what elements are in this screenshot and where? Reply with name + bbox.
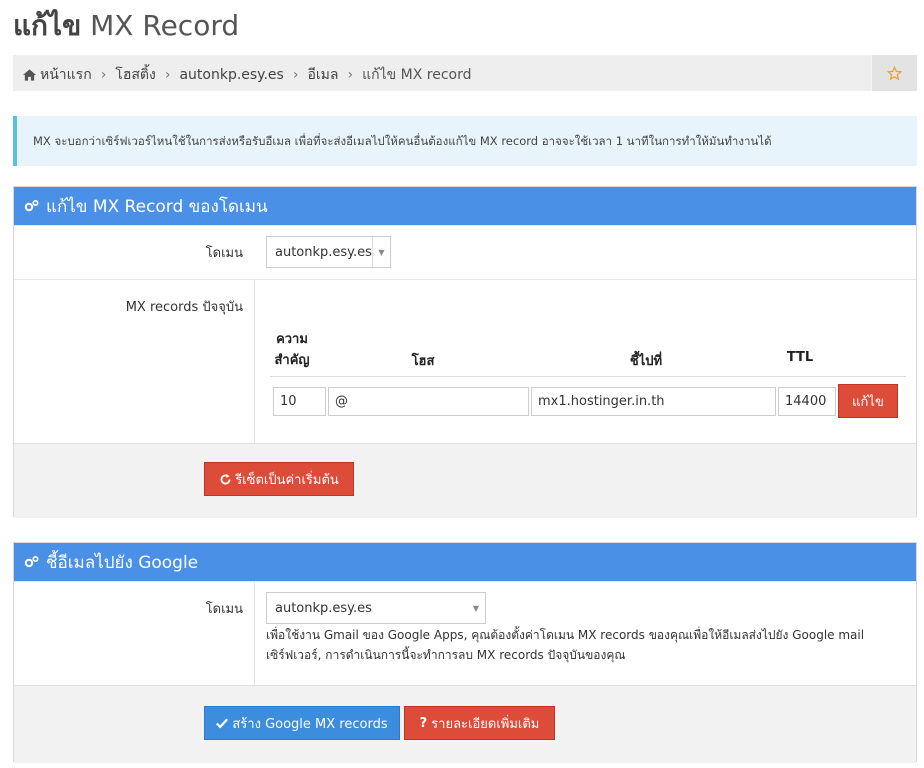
star-icon bbox=[887, 65, 902, 80]
breadcrumb-bar: หน้าแรก › โฮสติ้ง › autonkp.esy.es › อีเ… bbox=[13, 55, 917, 91]
breadcrumb-current: แก้ไข MX record bbox=[362, 67, 472, 83]
ttl-header: TTL bbox=[786, 350, 814, 365]
info-callout: MX จะบอกว่าเซิร์ฟเวอร์ไหนใช้ในการส่งหรือ… bbox=[13, 116, 917, 166]
google-mx-panel: ชี้อีเมลไปยัง Google โดเมน autonkp.esy.e… bbox=[13, 542, 917, 763]
priority-input[interactable] bbox=[273, 387, 326, 416]
host-input[interactable] bbox=[328, 387, 529, 416]
priority-header: ความ สำคัญ bbox=[274, 332, 310, 368]
breadcrumb-email[interactable]: อีเมล bbox=[307, 64, 338, 86]
chevron-right-icon: › bbox=[292, 67, 299, 83]
question-icon: ? bbox=[419, 715, 428, 731]
points-to-header: ชี้ไปที่ bbox=[629, 354, 663, 369]
home-icon bbox=[23, 69, 36, 81]
domain-label: โดเมน bbox=[205, 602, 243, 617]
caret-down-icon: ▼ bbox=[472, 603, 480, 613]
google-domain-select[interactable]: autonkp.esy.es ▼ bbox=[266, 592, 486, 624]
reset-default-button[interactable]: รีเซ็ตเป็นค่าเริ่มต้น bbox=[204, 462, 354, 496]
cogs-icon bbox=[24, 199, 40, 213]
google-help-text: เพื่อใช้งาน Gmail ของ Google Apps, คุณต้… bbox=[266, 628, 865, 662]
create-google-mx-button[interactable]: สร้าง Google MX records bbox=[204, 706, 400, 740]
breadcrumb-hosting[interactable]: โฮสติ้ง bbox=[115, 64, 156, 86]
info-text: MX จะบอกว่าเซิร์ฟเวอร์ไหนใช้ในการส่งหรือ… bbox=[33, 134, 772, 148]
panel-heading: แก้ไข MX Record ของโดเมน bbox=[14, 187, 916, 225]
favorite-button[interactable] bbox=[871, 55, 917, 91]
domain-row: โดเมน autonkp.esy.es ▼ bbox=[14, 225, 916, 279]
refresh-icon bbox=[220, 473, 231, 484]
points-to-input[interactable] bbox=[531, 387, 776, 416]
mx-panel-footer: รีเซ็ตเป็นค่าเริ่มต้น bbox=[14, 443, 916, 518]
page-title: แก้ไข MX Record bbox=[13, 9, 240, 42]
check-icon bbox=[216, 717, 229, 729]
breadcrumb-home[interactable]: หน้าแรก bbox=[40, 64, 92, 86]
ttl-input[interactable] bbox=[778, 387, 836, 416]
chevron-right-icon: › bbox=[164, 67, 171, 83]
edit-record-button[interactable]: แก้ไข bbox=[838, 384, 898, 418]
breadcrumb-domain[interactable]: autonkp.esy.es bbox=[179, 67, 283, 83]
mx-records-row: MX records ปัจจุบัน ความ สำคัญ โฮส ชี้ไป… bbox=[14, 279, 916, 443]
breadcrumb: หน้าแรก › โฮสติ้ง › autonkp.esy.es › อีเ… bbox=[23, 64, 471, 86]
host-header: โฮส bbox=[411, 354, 435, 369]
domain-select[interactable]: autonkp.esy.es ▼ bbox=[266, 236, 391, 268]
google-panel-footer: สร้าง Google MX records ? รายละเอียดเพิ่… bbox=[14, 685, 916, 763]
domain-label: โดเมน bbox=[205, 246, 243, 261]
more-details-button[interactable]: ? รายละเอียดเพิ่มเติม bbox=[404, 706, 555, 740]
caret-down-icon: ▼ bbox=[372, 237, 390, 267]
google-domain-row: โดเมน autonkp.esy.es ▼ เพื่อใช้งาน Gmail… bbox=[14, 581, 916, 685]
panel-title: แก้ไข MX Record ของโดเมน bbox=[46, 196, 268, 217]
panel-heading: ชี้อีเมลไปยัง Google bbox=[14, 543, 916, 581]
chevron-right-icon: › bbox=[347, 67, 354, 83]
mx-record-panel: แก้ไข MX Record ของโดเมน โดเมน autonkp.e… bbox=[13, 186, 917, 518]
chevron-right-icon: › bbox=[100, 67, 107, 83]
mx-records-label: MX records ปัจจุบัน bbox=[125, 300, 243, 315]
cogs-icon bbox=[24, 555, 40, 569]
panel-title: ชี้อีเมลไปยัง Google bbox=[46, 552, 199, 573]
